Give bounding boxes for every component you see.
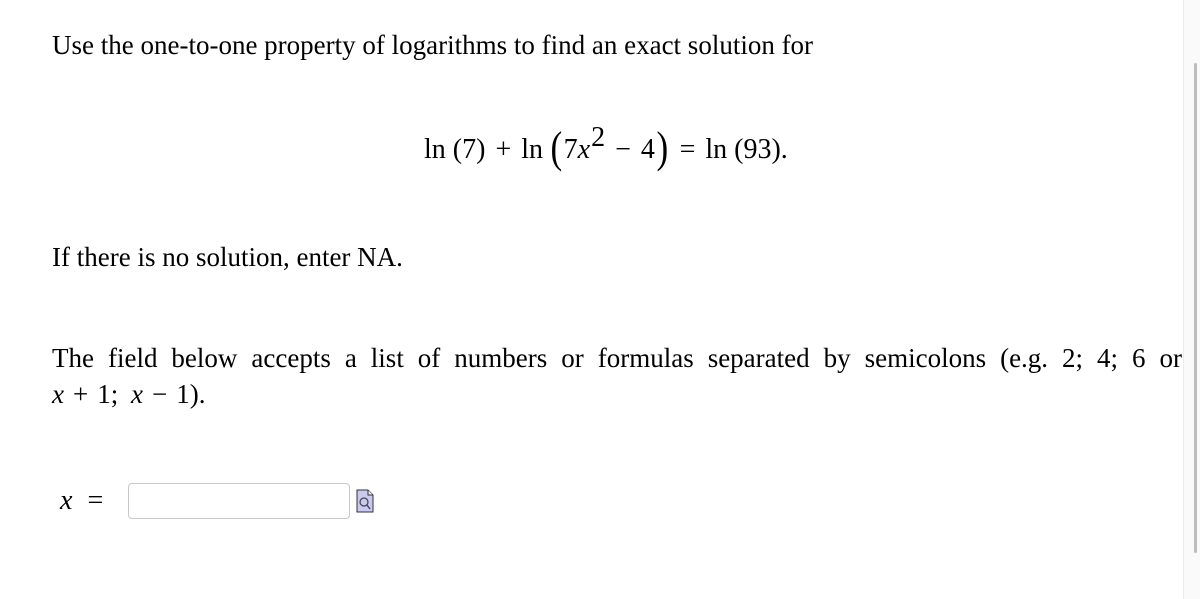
eq-const: 4 <box>640 134 655 165</box>
example-var-2: x <box>130 379 143 409</box>
answer-row: x = <box>60 480 374 522</box>
example-num-1: 1; <box>97 379 119 409</box>
example-var-1: x <box>52 379 64 409</box>
input-instructions: The field below accepts a list of number… <box>52 343 1182 373</box>
eq-coef: 7 <box>563 134 578 165</box>
scrollbar-thumb[interactable] <box>1194 63 1197 553</box>
eq-ln-2: ln <box>521 134 544 165</box>
example-op-1: + <box>72 379 89 409</box>
problem-page: Use the one-to-one property of logarithm… <box>0 0 1183 599</box>
answer-label-equals: = <box>87 485 104 516</box>
eq-exponent: 2 <box>591 122 606 153</box>
eq-period: . <box>780 134 788 165</box>
input-instructions-example: x +1; x −1). <box>52 376 205 412</box>
answer-label: x = <box>60 485 128 517</box>
example-num-2: 1). <box>176 379 206 409</box>
no-solution-note: If there is no solution, enter NA. <box>52 242 403 272</box>
eq-minus: − <box>615 134 631 165</box>
eq-arg-rhs: (93) <box>734 134 781 165</box>
document-magnifier-icon <box>356 489 374 513</box>
eq-ln-rhs: ln <box>705 134 728 165</box>
equation: ln (7) + ln ( 7 x 2 − 4 ) = ln (93) . <box>424 122 788 172</box>
example-op-2: − <box>151 379 168 409</box>
eq-left-paren: ( <box>550 123 563 172</box>
eq-ln-1: ln <box>424 134 446 165</box>
eq-arg-1: (7) <box>452 134 486 165</box>
vertical-scrollbar[interactable] <box>1183 0 1200 599</box>
problem-intro: Use the one-to-one property of logarithm… <box>52 30 814 60</box>
answer-input[interactable] <box>128 483 350 519</box>
eq-plus: + <box>495 134 512 165</box>
answer-label-var: x <box>60 485 73 516</box>
eq-right-paren: ) <box>656 123 669 172</box>
eq-equals: = <box>679 134 696 165</box>
preview-answer-button[interactable] <box>356 489 374 513</box>
eq-var: x <box>577 134 591 165</box>
